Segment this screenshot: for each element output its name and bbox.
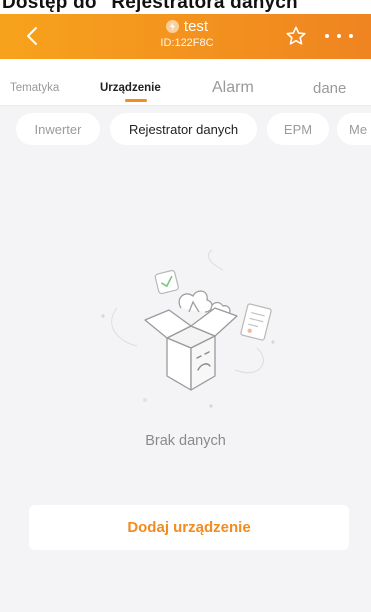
chip-rejestrator-danych[interactable]: Rejestrator danych <box>110 113 257 145</box>
back-button[interactable] <box>20 23 46 49</box>
active-tab-indicator <box>125 99 147 102</box>
device-title-block: test ID:122F8C <box>125 17 249 49</box>
tab-urzadzenie[interactable]: Urządzenie <box>100 82 161 94</box>
add-device-button[interactable]: Dodaj urządzenie <box>29 505 349 550</box>
more-dots-icon <box>325 34 329 38</box>
chip-epm[interactable]: EPM <box>267 113 329 145</box>
empty-state-text: Brak danych <box>145 433 226 449</box>
top-caption: Dostęp do "Rejestratora danych" <box>0 0 371 14</box>
bolt-icon <box>165 20 179 33</box>
chip-inwerter[interactable]: Inwerter <box>16 113 100 145</box>
empty-box-icon <box>101 250 275 408</box>
favorite-button[interactable] <box>285 25 307 47</box>
tab-bar: Tematyka Urządzenie Alarm dane <box>0 59 371 106</box>
caption-text: Dostęp do "Rejestratora danych" <box>2 0 308 13</box>
more-menu-button[interactable] <box>325 28 353 44</box>
chevron-left-icon <box>27 27 37 45</box>
tab-dane[interactable]: dane <box>313 80 346 97</box>
star-outline-icon <box>286 26 306 45</box>
tab-tematyka[interactable]: Tematyka <box>10 82 59 94</box>
chip-me[interactable]: Me <box>337 113 371 145</box>
app-header: test ID:122F8C <box>0 14 371 59</box>
device-name: test <box>183 18 209 35</box>
tab-alarm[interactable]: Alarm <box>212 79 254 97</box>
device-type-filter: Inwerter Rejestrator danych EPM Me <box>0 106 371 152</box>
device-id: ID:122F8C <box>160 37 214 49</box>
